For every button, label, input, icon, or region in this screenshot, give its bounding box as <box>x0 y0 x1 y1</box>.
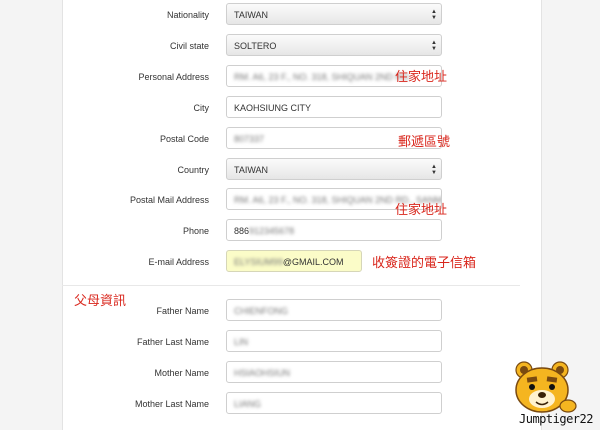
mother-last-name-input[interactable]: LIANG <box>226 392 442 414</box>
civil-state-value: SOLTERO <box>234 41 277 51</box>
city-value: KAOHSIUNG CITY <box>234 103 312 113</box>
father-name-input[interactable]: CHIENFONG <box>226 299 442 321</box>
postal-code-label: Postal Code <box>159 134 209 144</box>
home-address-annotation: 住家地址 <box>395 70 448 85</box>
country-row: Country TAIWAN ▲ ▼ <box>0 158 600 182</box>
father-name-row: Father Name CHIENFONG <box>0 299 600 323</box>
father-name-label: Father Name <box>156 306 209 316</box>
section-divider <box>62 285 520 286</box>
postal-code-annotation: 郵遞區號 <box>398 135 451 150</box>
postal-code-value: 807337 <box>234 134 265 144</box>
postal-mail-address-row: Postal Mail Address RM. A6, 23 F., NO. 3… <box>0 188 600 212</box>
email-label: E-mail Address <box>148 257 209 267</box>
civil-state-label: Civil state <box>169 41 209 51</box>
mother-name-input[interactable]: HSIAOHSIUN <box>226 361 442 383</box>
nationality-value: TAIWAN <box>234 10 268 20</box>
civil-state-row: Civil state SOLTERO ▲ ▼ <box>0 34 600 58</box>
personal-address-label: Personal Address <box>138 72 209 82</box>
father-last-name-input[interactable]: LIN <box>226 330 442 352</box>
father-last-name-value: LIN <box>234 337 249 347</box>
watermark-text: Jumptiger22 <box>519 412 593 426</box>
personal-address-row: Personal Address RM. A6, 23 F., NO. 318,… <box>0 65 600 89</box>
mother-name-label: Mother Name <box>154 368 209 378</box>
tiger-mascot-icon <box>515 361 577 413</box>
father-last-name-label: Father Last Name <box>136 337 209 347</box>
mother-name-value: HSIAOHSIUN <box>234 368 291 378</box>
select-arrows-icon: ▲ ▼ <box>431 9 437 21</box>
nationality-label: Nationality <box>166 10 209 20</box>
nationality-select[interactable]: TAIWAN ▲ ▼ <box>226 3 442 25</box>
phone-value: 886 <box>234 226 250 236</box>
email-input[interactable]: ELYSIUM99@GMAIL.COM <box>226 250 362 272</box>
email-row: E-mail Address ELYSIUM99@GMAIL.COM <box>0 250 600 274</box>
postal-code-row: Postal Code 807337 <box>0 127 600 151</box>
phone-label: Phone <box>182 226 209 236</box>
select-arrows-icon: ▲ ▼ <box>431 164 437 176</box>
country-label: Country <box>177 165 209 175</box>
home-address-annotation-2: 住家地址 <box>395 203 448 218</box>
country-value: TAIWAN <box>234 165 268 175</box>
nationality-row: Nationality TAIWAN ▲ ▼ <box>0 3 600 27</box>
email-value-blurred: ELYSIUM99 <box>234 257 283 267</box>
email-value: @GMAIL.COM <box>282 257 344 267</box>
city-row: City KAOHSIUNG CITY <box>0 96 600 120</box>
mother-last-name-value: LIANG <box>234 399 262 409</box>
country-select[interactable]: TAIWAN ▲ ▼ <box>226 158 442 180</box>
phone-row: Phone 886912345678 <box>0 219 600 243</box>
city-input[interactable]: KAOHSIUNG CITY <box>226 96 442 118</box>
postal-mail-address-label: Postal Mail Address <box>129 195 209 205</box>
personal-address-value: RM. A6, 23 F., NO. 318, SHIQUAN 2ND RD. <box>234 72 412 82</box>
email-annotation: 收簽證的電子信箱 <box>372 256 477 271</box>
father-name-value: CHIENFONG <box>234 306 288 316</box>
phone-value-blurred: 912345678 <box>249 226 295 236</box>
mother-last-name-label: Mother Last Name <box>134 399 209 409</box>
civil-state-select[interactable]: SOLTERO ▲ ▼ <box>226 34 442 56</box>
select-arrows-icon: ▲ ▼ <box>431 40 437 52</box>
father-last-name-row: Father Last Name LIN <box>0 330 600 354</box>
city-label: City <box>193 103 210 113</box>
phone-input[interactable]: 886912345678 <box>226 219 442 241</box>
